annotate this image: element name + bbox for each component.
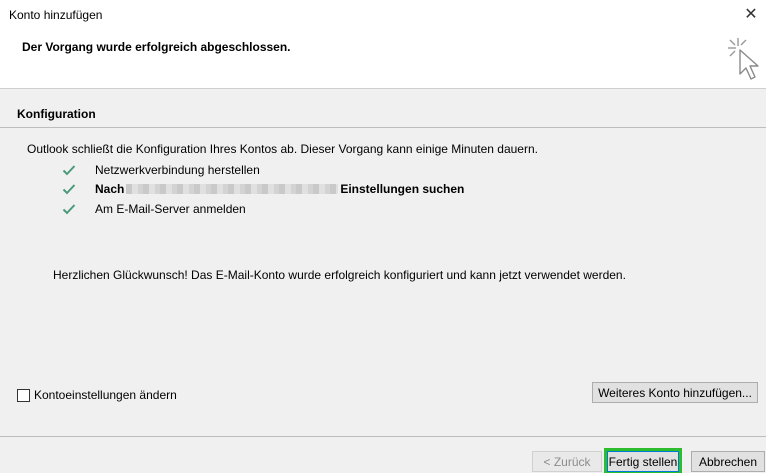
cancel-button[interactable]: Abbrechen <box>691 451 765 472</box>
add-another-account-button[interactable]: Weiteres Konto hinzufügen... <box>592 382 758 403</box>
window-title: Konto hinzufügen <box>9 8 103 22</box>
step-search-settings: Nach Einstellungen suchen <box>62 181 464 197</box>
step-label: Am E-Mail-Server anmelden <box>95 202 246 216</box>
back-button[interactable]: < Zurück <box>532 451 602 472</box>
change-settings-checkbox[interactable] <box>17 388 30 402</box>
step-network: Netzwerkverbindung herstellen <box>62 162 260 178</box>
redacted-email <box>126 184 339 194</box>
change-settings-label[interactable]: Kontoeinstellungen ändern <box>34 388 177 402</box>
check-icon <box>62 165 76 176</box>
congratulations-text: Herzlichen Glückwunsch! Das E-Mail-Konto… <box>53 268 626 282</box>
intro-text: Outlook schließt die Konfiguration Ihres… <box>27 142 538 156</box>
close-icon: ✕ <box>744 6 758 23</box>
close-button[interactable]: ✕ <box>736 0 766 28</box>
step-label-prefix: Nach <box>95 182 125 196</box>
finish-button[interactable]: Fertig stellen <box>607 451 679 472</box>
section-divider <box>0 127 766 128</box>
configuration-section-header: Konfiguration <box>0 96 766 130</box>
header-message: Der Vorgang wurde erfolgreich abgeschlos… <box>22 40 291 54</box>
step-label-suffix: Einstellungen suchen <box>340 182 465 196</box>
wizard-header: Der Vorgang wurde erfolgreich abgeschlos… <box>0 30 766 89</box>
wizard-cursor-icon <box>728 38 759 80</box>
add-account-dialog: Konto hinzufügen ✕ Der Vorgang wurde erf… <box>0 0 766 473</box>
footer-divider <box>0 436 766 437</box>
check-icon <box>62 204 76 215</box>
title-bar: Konto hinzufügen ✕ <box>0 0 766 30</box>
step-server-logon: Am E-Mail-Server anmelden <box>62 201 246 217</box>
step-label: Netzwerkverbindung herstellen <box>95 163 260 177</box>
section-title: Konfiguration <box>17 107 96 121</box>
change-settings-option[interactable]: Kontoeinstellungen ändern <box>17 388 177 402</box>
check-icon <box>62 184 76 195</box>
